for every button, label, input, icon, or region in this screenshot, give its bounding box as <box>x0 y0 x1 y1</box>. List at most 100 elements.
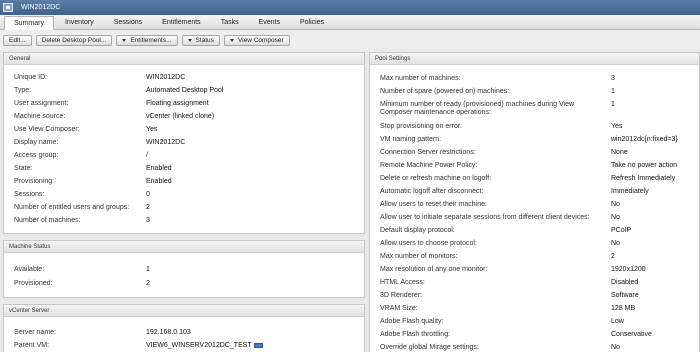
pool-setting-value: Conservative <box>611 331 652 338</box>
pool-setting-value: No <box>611 240 620 247</box>
tab-bar: Summary Inventory Sessions Entitlements … <box>0 15 700 30</box>
pool-setting-label: Automatic logoff after disconnect: <box>380 188 484 195</box>
pool-setting-label: Allow users to choose protocol: <box>380 240 477 247</box>
pool-setting-label: Default display protocol: <box>380 227 455 234</box>
tab-events[interactable]: Events <box>250 16 289 29</box>
pool-setting-value: Refresh Immediately <box>611 175 676 182</box>
general-label: Provisioning: <box>14 178 55 185</box>
machine-status-label: Provisioned: <box>14 280 53 287</box>
general-value: WIN2012DC <box>146 139 186 146</box>
edit-button[interactable]: Edit... <box>3 34 32 46</box>
delete-button-label: Delete Desktop Pool... <box>41 36 107 44</box>
dropdown-arrow-icon <box>229 38 234 42</box>
general-value: Enabled <box>146 165 172 172</box>
parent-vm-value: VIEW6_WINSERV2012DC_TEST <box>146 342 252 349</box>
general-label: Access group: <box>14 152 59 159</box>
general-label: State: <box>14 165 33 172</box>
composer-button-label: View Composer <box>237 36 284 44</box>
pool-setting-label: HTML Access: <box>380 279 425 286</box>
pool-setting-value: None <box>611 149 628 156</box>
general-label: Use View Composer: <box>14 126 80 133</box>
pool-setting-label: Adobe Flash throttling: <box>380 331 451 338</box>
vm-icon <box>253 342 263 348</box>
general-value: 2 <box>146 204 150 211</box>
pool-setting-label: VM naming pattern: <box>380 136 442 143</box>
pool-setting-value: 128 MB <box>611 305 636 312</box>
status-dropdown-button[interactable]: Status <box>181 34 220 46</box>
general-label: User assignment: <box>14 100 69 107</box>
status-button-label: Status <box>195 36 214 44</box>
general-value: 3 <box>146 217 150 224</box>
window-titlebar: WIN2012DC <box>0 0 700 15</box>
vcenter-label: Parent VM: <box>14 342 50 349</box>
general-panel: General Unique ID: WIN2012DC Type: Autom… <box>3 52 365 234</box>
dropdown-arrow-icon <box>122 38 127 42</box>
entitlements-dropdown-button[interactable]: Entitlements... <box>116 34 178 46</box>
machine-status-value: 1 <box>146 266 150 273</box>
general-label: Type: <box>14 87 32 94</box>
vcenter-panel-header: vCenter Server <box>4 305 364 317</box>
general-value: 0 <box>146 191 150 198</box>
pool-setting-value: 2 <box>611 253 615 260</box>
pool-setting-value: PCoIP <box>611 227 632 234</box>
pool-setting-value: 3 <box>611 75 615 82</box>
pool-setting-label: Connection Server restrictions: <box>380 149 476 156</box>
pool-setting-label: 3D Renderer: <box>380 292 423 299</box>
pool-setting-value: Software <box>611 292 639 299</box>
toolbar: Edit... Delete Desktop Pool... Entitleme… <box>0 31 700 49</box>
pool-setting-label: Override global Mirage settings: <box>380 344 479 351</box>
vcenter-server-panel: vCenter Server Server name: 192.168.0.10… <box>3 304 365 352</box>
machine-status-panel: Machine Status Available: 1 Provisioned:… <box>3 240 365 298</box>
general-panel-header: General <box>4 53 364 65</box>
pool-setting-label: Remote Machine Power Policy: <box>380 162 478 169</box>
general-label: Display name: <box>14 139 59 146</box>
general-label: Unique ID: <box>14 74 48 81</box>
tab-policies[interactable]: Policies <box>291 16 333 29</box>
pool-setting-label: VRAM Size: <box>380 305 418 312</box>
vcenter-label: Server name: <box>14 329 57 336</box>
pool-settings-panel-header: Pool Settings <box>370 53 699 65</box>
pool-setting-label: Adobe Flash quality: <box>380 318 444 325</box>
tab-entitlements[interactable]: Entitlements <box>153 16 210 29</box>
machine-status-value: 2 <box>146 280 150 287</box>
pool-setting-value: 1920x1200 <box>611 266 646 273</box>
machine-status-label: Available: <box>14 266 45 273</box>
general-label: Sessions: <box>14 191 45 198</box>
tab-sessions[interactable]: Sessions <box>105 16 151 29</box>
pool-setting-label: Max resolution of any one monitor: <box>380 266 488 273</box>
general-label: Machine source: <box>14 113 66 120</box>
general-value: WIN2012DC <box>146 74 186 81</box>
vcenter-value: 192.168.0.103 <box>146 329 191 336</box>
general-value: Automated Desktop Pool <box>146 87 224 94</box>
desktop-pool-icon <box>3 3 13 12</box>
view-composer-dropdown-button[interactable]: View Composer <box>223 34 290 46</box>
general-value: Enabled <box>146 178 172 185</box>
pool-settings-panel: Pool Settings Max number of machines: 3 … <box>369 52 700 352</box>
pool-setting-label: Max number of monitors: <box>380 253 458 260</box>
machine-status-panel-header: Machine Status <box>4 241 364 253</box>
dropdown-arrow-icon <box>187 38 192 42</box>
pool-setting-value: 1 <box>611 101 615 108</box>
tab-tasks[interactable]: Tasks <box>212 16 248 29</box>
window-title: WIN2012DC <box>21 4 61 11</box>
pool-setting-label: Delete or refresh machine on logoff: <box>380 175 492 182</box>
parent-vm-link[interactable]: VIEW6_WINSERV2012DC_TEST <box>146 342 263 349</box>
pool-setting-value: win2012dc{n:fixed=3} <box>611 136 678 143</box>
pool-setting-value: 1 <box>611 88 615 95</box>
general-label: Number of machines: <box>14 217 81 224</box>
general-value: Yes <box>146 126 158 133</box>
general-value: / <box>146 152 148 159</box>
pool-setting-label: Minimum number of ready (provisioned) ma… <box>380 101 575 116</box>
delete-desktop-pool-button[interactable]: Delete Desktop Pool... <box>35 34 113 46</box>
pool-setting-value: No <box>611 344 620 351</box>
pool-setting-value: No <box>611 201 620 208</box>
pool-setting-label: Number of spare (powered on) machines: <box>380 88 510 95</box>
tab-summary[interactable]: Summary <box>4 16 54 30</box>
pool-setting-value: Yes <box>611 123 623 130</box>
pool-setting-value: Immediately <box>611 188 649 195</box>
entitlements-button-label: Entitlements... <box>130 36 172 44</box>
tab-inventory[interactable]: Inventory <box>56 16 103 29</box>
general-label: Number of entitled users and groups: <box>14 204 130 211</box>
general-value: Floating assignment <box>146 100 209 107</box>
pool-setting-label: Stop provisioning on error: <box>380 123 463 130</box>
